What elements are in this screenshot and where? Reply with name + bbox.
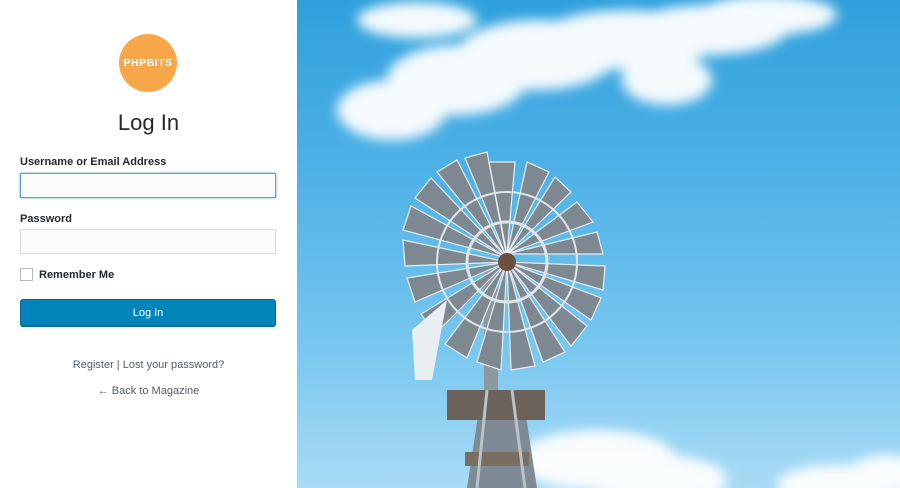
login-panel: PHPBITS Log In Username or Email Address…: [0, 0, 297, 488]
password-input[interactable]: [20, 229, 276, 254]
background-photo: [297, 0, 900, 488]
lost-password-link[interactable]: Lost your password?: [123, 359, 225, 371]
cloud-bottom: [517, 430, 900, 488]
password-label: Password: [20, 213, 72, 225]
username-input[interactable]: [20, 173, 276, 198]
back-link-row: ← Back to Magazine: [0, 385, 297, 397]
windmill-sky-image: [337, 0, 900, 488]
back-to-site-link[interactable]: ← Back to Magazine: [98, 385, 200, 397]
remember-me-checkbox[interactable]: [20, 268, 33, 281]
page-title: Log In: [117, 110, 180, 135]
remember-me-row[interactable]: Remember Me: [20, 268, 114, 281]
login-button[interactable]: Log In: [20, 299, 276, 326]
register-link[interactable]: Register: [73, 359, 114, 371]
username-label: Username or Email Address: [20, 156, 167, 168]
link-separator: |: [116, 359, 120, 371]
remember-me-label[interactable]: Remember Me: [39, 269, 114, 281]
phpbits-logo[interactable]: PHPBITS: [119, 34, 177, 92]
cloud-top: [337, 0, 837, 140]
account-links: Register | Lost your password?: [0, 359, 297, 371]
logo-text: PHPBITS: [123, 57, 173, 69]
